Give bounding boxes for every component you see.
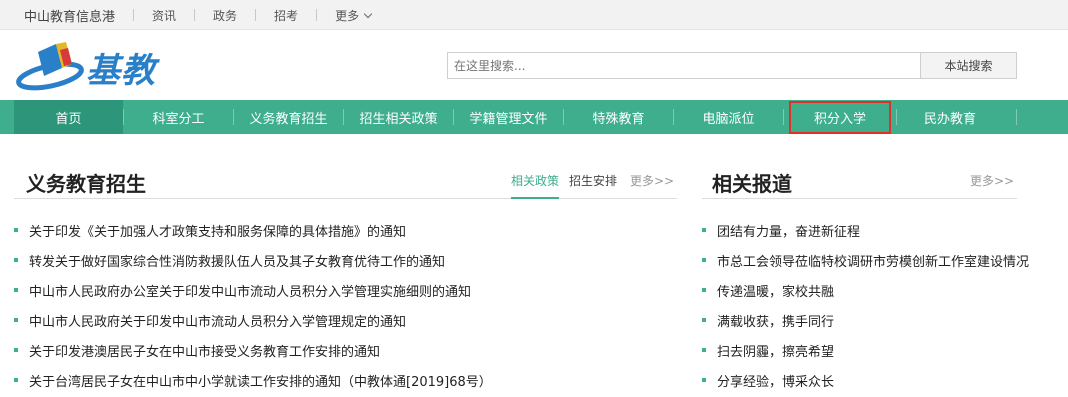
chevron-down-icon — [363, 9, 373, 18]
nav-item-student-records[interactable]: 学籍管理文件 — [454, 100, 563, 134]
list-item-link[interactable]: 扫去阴霾，擦亮希望 — [717, 341, 834, 360]
divider — [255, 9, 257, 21]
reports-list: 团结有力量，奋进新征程 市总工会领导莅临特校调研市劳模创新工作室建设情况 传递温… — [702, 215, 1029, 395]
list-item-link[interactable]: 关于台湾居民子女在中山市中小学就读工作安排的通知（中教体通[2019]68号） — [29, 371, 492, 390]
bullet-icon — [702, 288, 706, 292]
topbar-more-dropdown[interactable]: 更多 — [335, 7, 373, 24]
list-item-link[interactable]: 满载收获，携手同行 — [717, 311, 834, 330]
tab-related-policies[interactable]: 相关政策 — [511, 172, 559, 189]
bullet-icon — [14, 318, 18, 322]
list-item[interactable]: 中山市人民政府关于印发中山市流动人员积分入学管理规定的通知 — [14, 305, 492, 335]
list-item-link[interactable]: 分享经验，博采众长 — [717, 371, 834, 390]
list-item-link[interactable]: 中山市人民政府办公室关于印发中山市流动人员积分入学管理实施细则的通知 — [29, 281, 471, 300]
bullet-icon — [14, 228, 18, 232]
list-item-link[interactable]: 转发关于做好国家综合性消防救援队伍人员及其子女教育优待工作的通知 — [29, 251, 445, 270]
nav-divider — [1016, 109, 1017, 125]
bullet-icon — [14, 258, 18, 262]
more-label: 更多 — [335, 8, 360, 23]
topbar-link-exams[interactable]: 招考 — [274, 7, 298, 24]
list-item-link[interactable]: 团结有力量，奋进新征程 — [717, 221, 860, 240]
bullet-icon — [702, 258, 706, 262]
list-item[interactable]: 转发关于做好国家综合性消防救援队伍人员及其子女教育优待工作的通知 — [14, 245, 492, 275]
list-item[interactable]: 分享经验，博采众长 — [702, 365, 1029, 395]
list-item[interactable]: 中山市人民政府办公室关于印发中山市流动人员积分入学管理实施细则的通知 — [14, 275, 492, 305]
list-item[interactable]: 传递温暖，家校共融 — [702, 275, 1029, 305]
list-item-link[interactable]: 关于印发《关于加强人才政策支持和服务保障的具体措施》的通知 — [29, 221, 406, 240]
bullet-icon — [14, 378, 18, 382]
section-divider — [702, 198, 1017, 199]
nav-item-special-education[interactable]: 特殊教育 — [564, 100, 673, 134]
list-item[interactable]: 满载收获，携手同行 — [702, 305, 1029, 335]
section-title-compulsory-enrollment: 义务教育招生 — [26, 172, 146, 196]
main-nav: 首页 科室分工 义务教育招生 招生相关政策 学籍管理文件 特殊教育 电脑派位 积… — [0, 100, 1068, 134]
top-bar: 中山教育信息港 资讯 政务 招考 更多 — [0, 0, 1068, 30]
bullet-icon — [702, 228, 706, 232]
list-item-link[interactable]: 市总工会领导莅临特校调研市劳模创新工作室建设情况 — [717, 251, 1029, 270]
search-input[interactable] — [447, 52, 921, 79]
nav-item-enrollment-policies[interactable]: 招生相关政策 — [344, 100, 453, 134]
left-more-link[interactable]: 更多>> — [630, 172, 674, 189]
bullet-icon — [702, 318, 706, 322]
list-item[interactable]: 团结有力量，奋进新征程 — [702, 215, 1029, 245]
search-button[interactable]: 本站搜索 — [920, 52, 1017, 79]
section-tabs: 相关政策 招生安排 — [511, 172, 617, 189]
nav-item-home[interactable]: 首页 — [14, 100, 123, 134]
bullet-icon — [14, 288, 18, 292]
bullet-icon — [14, 348, 18, 352]
nav-item-private-education[interactable]: 民办教育 — [897, 100, 1003, 134]
nav-divider — [783, 109, 784, 125]
nav-item-computer-allocation[interactable]: 电脑派位 — [674, 100, 783, 134]
divider — [133, 9, 135, 21]
section-divider — [14, 198, 677, 199]
nav-item-compulsory-enrollment[interactable]: 义务教育招生 — [234, 100, 343, 134]
active-tab-underline — [511, 197, 559, 199]
list-item-link[interactable]: 中山市人民政府关于印发中山市流动人员积分入学管理规定的通知 — [29, 311, 406, 330]
list-item[interactable]: 扫去阴霾，擦亮希望 — [702, 335, 1029, 365]
logo-text: 基教 — [86, 51, 156, 91]
divider — [194, 9, 196, 21]
bullet-icon — [702, 348, 706, 352]
divider — [316, 9, 318, 21]
list-item-link[interactable]: 关于印发港澳居民子女在中山市接受义务教育工作安排的通知 — [29, 341, 380, 360]
header: 基教 本站搜索 — [0, 30, 1068, 100]
site-name-link[interactable]: 中山教育信息港 — [24, 6, 115, 25]
nav-item-points-admission[interactable]: 积分入学 — [789, 101, 891, 134]
list-item[interactable]: 关于印发港澳居民子女在中山市接受义务教育工作安排的通知 — [14, 335, 492, 365]
nav-item-departments[interactable]: 科室分工 — [124, 100, 233, 134]
list-item[interactable]: 市总工会领导莅临特校调研市劳模创新工作室建设情况 — [702, 245, 1029, 275]
topbar-link-news[interactable]: 资讯 — [152, 7, 176, 24]
list-item-link[interactable]: 传递温暖，家校共融 — [717, 281, 834, 300]
list-item[interactable]: 关于印发《关于加强人才政策支持和服务保障的具体措施》的通知 — [14, 215, 492, 245]
right-more-link[interactable]: 更多>> — [970, 172, 1014, 189]
policy-list: 关于印发《关于加强人才政策支持和服务保障的具体措施》的通知 转发关于做好国家综合… — [14, 215, 492, 395]
list-item[interactable]: 关于台湾居民子女在中山市中小学就读工作安排的通知（中教体通[2019]68号） — [14, 365, 492, 395]
section-title-related-reports: 相关报道 — [712, 172, 792, 196]
bullet-icon — [702, 378, 706, 382]
tab-enrollment-schedule[interactable]: 招生安排 — [569, 172, 617, 189]
topbar-link-government[interactable]: 政务 — [213, 7, 237, 24]
